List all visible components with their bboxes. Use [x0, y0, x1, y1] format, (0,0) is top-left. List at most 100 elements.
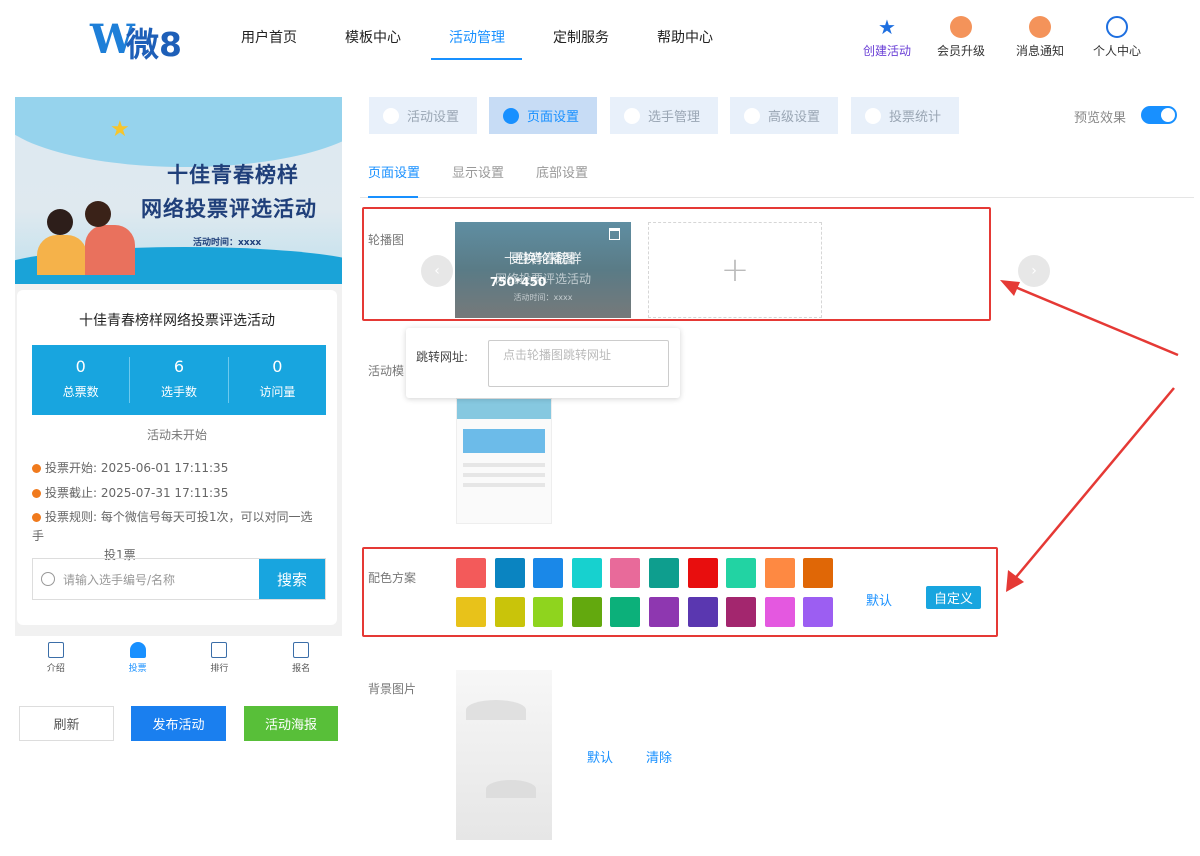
arrow-to-colors — [1011, 387, 1175, 583]
mobile-preview: ★ 十佳青春榜样 网络投票评选活动 活动时间：xxxx 十佳青春榜样网络投票评选… — [15, 97, 342, 642]
annotation-arrows — [1000, 280, 1179, 592]
signup-icon — [293, 642, 310, 658]
tab-signup[interactable]: 报名 — [260, 636, 342, 678]
info-dot-icon — [32, 489, 41, 498]
vote-end-value: 2025-07-31 17:11:35 — [100, 486, 229, 500]
search-button[interactable]: 搜索 — [259, 559, 325, 599]
preview-banner: ★ 十佳青春榜样 网络投票评选活动 活动时间：xxxx — [15, 97, 342, 284]
person-icon — [624, 107, 640, 124]
template-thumb-header — [457, 399, 551, 419]
activity-card: 十佳青春榜样网络投票评选活动 0 总票数 6 选手数 0 访问量 活动未开始 投… — [17, 290, 337, 625]
personal-center-button[interactable]: 个人中心 — [1074, 16, 1160, 59]
background-clear-button[interactable]: 清除 — [646, 747, 672, 766]
stat-value: 0 — [272, 357, 283, 376]
activity-status: 活动未开始 — [146, 428, 207, 442]
search-placeholder: 请输入选手编号/名称 — [63, 572, 176, 587]
stat-label: 访问量 — [259, 385, 296, 399]
banner-figure-1 — [37, 235, 87, 275]
logo-text: 微8 — [126, 25, 182, 64]
stat-total-votes: 0 总票数 — [32, 357, 131, 403]
search-input[interactable]: 请输入选手编号/名称 — [33, 559, 259, 599]
vote-start-label: 投票开始: — [45, 461, 98, 475]
template-thumb-line — [463, 463, 545, 467]
arrowhead — [1006, 570, 1024, 592]
toggle-knob — [1161, 108, 1175, 122]
jump-url-popup: 跳转网址: 点击轮播图跳转网址 — [406, 328, 680, 398]
bg-mountain — [466, 700, 526, 720]
color-highlight-box — [362, 547, 998, 637]
stat-visits: 0 访问量 — [229, 357, 326, 403]
nav-item-custom-service[interactable]: 定制服务 — [553, 0, 609, 64]
member-upgrade-button[interactable]: 会员升级 — [918, 16, 1004, 59]
crown-icon — [950, 16, 972, 38]
notifications-label: 消息通知 — [1015, 44, 1064, 58]
search-icon — [41, 572, 55, 586]
tab-intro[interactable]: 介绍 — [15, 636, 97, 678]
stat-contestants: 6 选手数 — [130, 357, 229, 403]
brand-logo[interactable]: W 微8 — [90, 14, 190, 64]
tab-page-settings[interactable]: 页面设置 — [489, 97, 597, 134]
banner-figure-2 — [85, 225, 135, 275]
vote-start-info: 投票开始: 2025-06-01 17:11:35 — [32, 459, 228, 476]
banner-title-2: 网络投票评选活动 — [141, 197, 317, 221]
banner-wave — [15, 97, 342, 167]
star-decoration-icon: ★ — [110, 117, 130, 142]
carousel-highlight-box — [362, 207, 991, 321]
layout-icon — [503, 107, 519, 124]
tab-activity-settings[interactable]: 活动设置 — [369, 97, 477, 134]
stats-bar: 0 总票数 6 选手数 0 访问量 — [32, 345, 326, 415]
info-dot-icon — [32, 513, 41, 522]
template-thumbnail[interactable] — [456, 398, 552, 524]
subtab-page-settings[interactable]: 页面设置 — [368, 162, 420, 181]
notifications-button[interactable]: 消息通知 — [997, 16, 1083, 59]
banner-title-1: 十佳青春榜样 — [167, 163, 299, 187]
contestant-search: 请输入选手编号/名称 搜索 — [32, 558, 326, 600]
jump-url-input[interactable]: 点击轮播图跳转网址 — [488, 340, 669, 387]
vote-end-info: 投票截止: 2025-07-31 17:11:35 — [32, 484, 228, 501]
bg-mountain — [486, 780, 536, 798]
preview-tabbar: 介绍 投票 排行 报名 — [15, 636, 342, 678]
preview-toggle[interactable] — [1141, 106, 1177, 124]
tab-ranking[interactable]: 排行 — [179, 636, 261, 678]
logo-letter: W — [90, 16, 135, 63]
tab-advanced-settings[interactable]: 高级设置 — [730, 97, 838, 134]
subtab-footer-settings[interactable]: 底部设置 — [536, 162, 588, 181]
nav-item-activity[interactable]: 活动管理 — [449, 0, 505, 64]
banner-head-1 — [47, 209, 73, 235]
background-thumbnail[interactable] — [456, 670, 552, 840]
tab-intro-label: 介绍 — [46, 664, 65, 674]
nav-item-templates[interactable]: 模板中心 — [345, 0, 401, 64]
template-thumb-stats — [463, 429, 545, 453]
document-icon — [47, 642, 64, 658]
heart-icon — [383, 107, 399, 124]
tab-contestant-management[interactable]: 选手管理 — [610, 97, 718, 134]
user-icon — [1106, 16, 1128, 38]
nav-item-help[interactable]: 帮助中心 — [657, 0, 713, 64]
jump-url-label: 跳转网址: — [416, 350, 469, 364]
template-thumb-line — [463, 483, 545, 487]
tab-vote[interactable]: 投票 — [97, 636, 179, 678]
preview-toggle-label: 预览效果 — [1074, 111, 1127, 126]
tab-label: 高级设置 — [768, 110, 821, 125]
subtab-display-settings[interactable]: 显示设置 — [452, 162, 504, 181]
stat-value: 0 — [75, 357, 86, 376]
template-thumb-line — [463, 473, 545, 477]
background-default-button[interactable]: 默认 — [587, 747, 613, 766]
refresh-button[interactable]: 刷新 — [19, 706, 114, 741]
stat-value: 6 — [173, 357, 185, 376]
poster-button[interactable]: 活动海报 — [244, 706, 338, 741]
tab-label: 活动设置 — [407, 110, 460, 125]
tab-label: 选手管理 — [648, 110, 701, 125]
tab-label: 投票统计 — [889, 110, 942, 125]
publish-button[interactable]: 发布活动 — [131, 706, 226, 741]
nav-active-indicator — [431, 58, 522, 60]
nav-item-home[interactable]: 用户首页 — [241, 0, 297, 64]
tab-vote-statistics[interactable]: 投票统计 — [851, 97, 959, 134]
star-icon: ★ — [878, 15, 896, 39]
subtab-active-indicator — [368, 196, 418, 198]
template-label: 活动模 — [368, 364, 405, 378]
settings-icon — [744, 107, 760, 124]
stat-label: 总票数 — [62, 385, 99, 399]
member-upgrade-label: 会员升级 — [936, 44, 985, 58]
banner-head-2 — [85, 201, 111, 227]
